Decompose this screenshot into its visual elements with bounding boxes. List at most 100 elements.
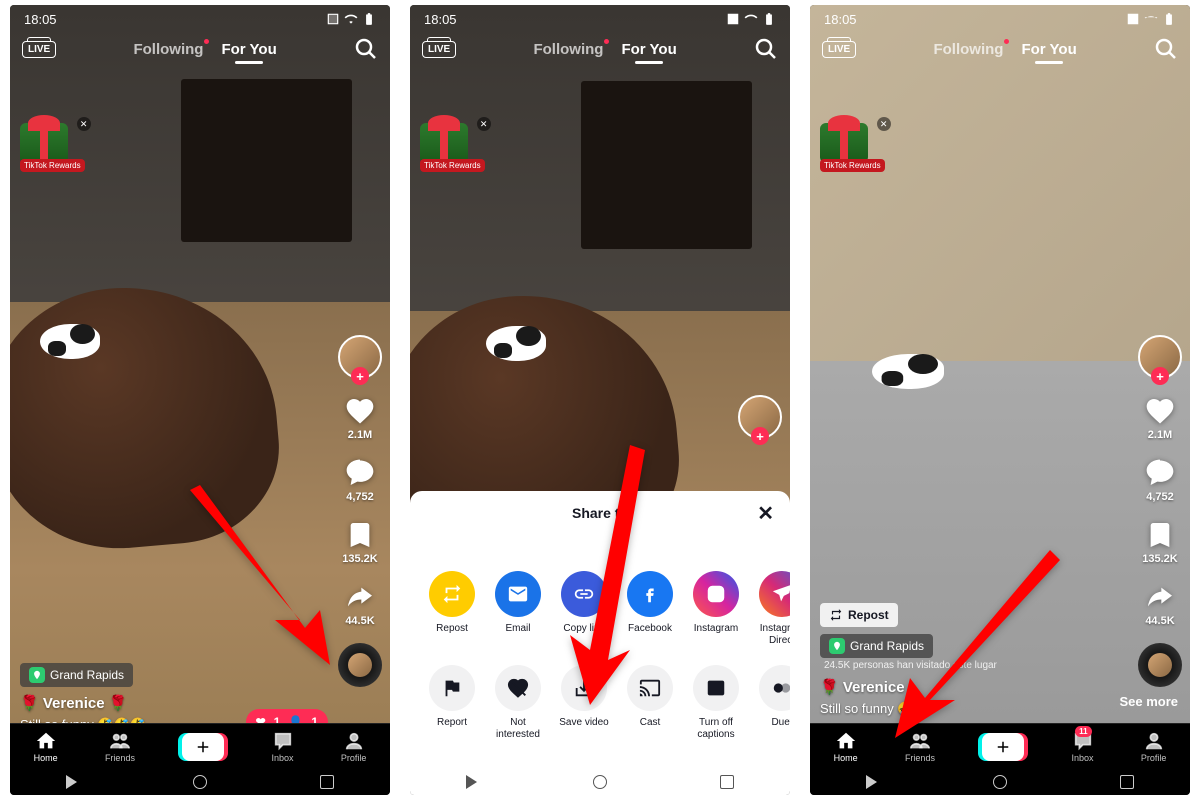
right-action-rail: + (738, 395, 782, 439)
share-email[interactable]: Email (490, 571, 546, 647)
share-instagram-direct[interactable]: Instagram Direct (754, 571, 790, 647)
status-time: 18:05 (824, 12, 857, 27)
recent-button[interactable] (720, 775, 734, 789)
status-time: 18:05 (424, 12, 457, 27)
tab-following[interactable]: Following (533, 41, 603, 58)
android-nav-bar (810, 769, 1190, 795)
share-sheet: Share to ✕ Repost Email Copy link Facebo… (410, 491, 790, 769)
gift-icon (420, 123, 468, 163)
screenshot-1: 18:05 LIVE Following For You ✕ TikTok Re… (10, 5, 390, 795)
location-pill[interactable]: Grand Rapids (20, 663, 133, 687)
search-icon[interactable] (754, 37, 778, 61)
action-report[interactable]: Report (424, 665, 480, 741)
tab-for-you[interactable]: For You (1021, 41, 1076, 58)
action-save-video[interactable]: Save video (556, 665, 612, 741)
comment-button[interactable]: 4,752 (344, 457, 376, 503)
nav-inbox[interactable]: Inbox (272, 730, 294, 763)
right-action-rail: + 2.1M 4,752 135.2K 44.5K (338, 335, 382, 687)
action-cast[interactable]: Cast (622, 665, 678, 741)
save-button[interactable]: 135.2K (1142, 519, 1177, 565)
action-not-interested[interactable]: Not interested (490, 665, 546, 741)
follow-plus-icon[interactable]: + (751, 427, 769, 445)
tab-following[interactable]: Following (933, 41, 1003, 58)
home-button[interactable] (593, 775, 607, 789)
see-more-button[interactable]: See more (1119, 694, 1178, 709)
action-turn-off-captions[interactable]: Turn off captions (688, 665, 744, 741)
status-bar: 18:05 (10, 5, 390, 33)
create-button[interactable] (182, 733, 224, 761)
home-button[interactable] (193, 775, 207, 789)
search-icon[interactable] (354, 37, 378, 61)
create-button[interactable] (982, 733, 1024, 761)
status-bar: 18:05 (410, 5, 790, 33)
share-actions-row: Report Not interested Save video Cast Tu… (410, 665, 790, 741)
home-button[interactable] (993, 775, 1007, 789)
bottom-navigation: Home Friends Inbox Profile (10, 723, 390, 769)
live-button[interactable]: LIVE (822, 41, 856, 58)
video-info: Repost Grand Rapids 24.5K personas han v… (820, 603, 1110, 717)
share-instagram[interactable]: Instagram (688, 571, 744, 647)
location-icon (29, 667, 45, 683)
close-icon[interactable]: ✕ (757, 501, 774, 526)
share-facebook[interactable]: Facebook (622, 571, 678, 647)
back-button[interactable] (466, 775, 480, 789)
like-button[interactable]: 2.1M (1144, 395, 1176, 441)
back-button[interactable] (866, 775, 880, 789)
screenshot-2: 18:05 LIVE Following For You ✕ TikTok Re… (410, 5, 790, 795)
follow-plus-icon[interactable]: + (351, 367, 369, 385)
video-caption[interactable]: Still so funny 🤣 (820, 701, 1110, 717)
recent-button[interactable] (320, 775, 334, 789)
nav-home[interactable]: Home (34, 730, 58, 763)
nav-friends[interactable]: Friends (905, 730, 935, 763)
comment-button[interactable]: 4,752 (1144, 457, 1176, 503)
close-icon[interactable]: ✕ (477, 117, 491, 131)
sound-disc[interactable] (1138, 643, 1182, 687)
back-button[interactable] (66, 775, 80, 789)
android-nav-bar (410, 769, 790, 795)
status-bar: 18:05 (810, 5, 1190, 33)
save-button[interactable]: 135.2K (342, 519, 377, 565)
tab-following[interactable]: Following (133, 41, 203, 58)
share-button[interactable]: 44.5K (344, 581, 376, 627)
creator-username[interactable]: 🌹 Verenice (820, 678, 1110, 696)
creator-avatar[interactable]: + (338, 335, 382, 379)
tab-for-you[interactable]: For You (621, 41, 676, 58)
rewards-badge[interactable]: ✕ TikTok Rewards (820, 123, 885, 172)
nav-profile[interactable]: Profile (341, 730, 367, 763)
gift-icon (820, 123, 868, 163)
live-button[interactable]: LIVE (422, 41, 456, 58)
tab-for-you[interactable]: For You (221, 41, 276, 58)
bottom-navigation: Home Friends 11Inbox Profile (810, 723, 1190, 769)
action-duet[interactable]: Duet (754, 665, 790, 741)
video-feed[interactable]: 18:05 LIVE Following For You ✕ TikTok Re… (810, 5, 1190, 747)
recent-button[interactable] (1120, 775, 1134, 789)
location-pill[interactable]: Grand Rapids (820, 634, 933, 658)
nav-inbox[interactable]: 11Inbox (1072, 730, 1094, 763)
nav-home[interactable]: Home (834, 730, 858, 763)
top-navigation: LIVE Following For You (810, 37, 1190, 61)
gift-icon (20, 123, 68, 163)
share-button[interactable]: 44.5K (1144, 581, 1176, 627)
share-repost[interactable]: Repost (424, 571, 480, 647)
search-icon[interactable] (1154, 37, 1178, 61)
close-icon[interactable]: ✕ (877, 117, 891, 131)
creator-avatar[interactable]: + (738, 395, 782, 439)
nav-profile[interactable]: Profile (1141, 730, 1167, 763)
rewards-badge[interactable]: ✕ TikTok Rewards (420, 123, 485, 172)
location-icon (829, 638, 845, 654)
repost-pill[interactable]: Repost (820, 603, 898, 627)
share-copy-link[interactable]: Copy link (556, 571, 612, 647)
sound-disc[interactable] (338, 643, 382, 687)
like-button[interactable]: 2.1M (344, 395, 376, 441)
follow-plus-icon[interactable]: + (1151, 367, 1169, 385)
nav-friends[interactable]: Friends (105, 730, 135, 763)
rewards-badge[interactable]: ✕ TikTok Rewards (20, 123, 85, 172)
video-feed[interactable]: 18:05 LIVE Following For You ✕ TikTok Re… (410, 5, 790, 769)
video-feed[interactable]: 18:05 LIVE Following For You ✕ TikTok Re… (10, 5, 390, 747)
share-apps-row: Repost Email Copy link Facebook Instagra… (410, 571, 790, 647)
close-icon[interactable]: ✕ (77, 117, 91, 131)
share-title: Share to (572, 505, 628, 521)
creator-avatar[interactable]: + (1138, 335, 1182, 379)
screenshot-3: 18:05 LIVE Following For You ✕ TikTok Re… (810, 5, 1190, 795)
live-button[interactable]: LIVE (22, 41, 56, 58)
